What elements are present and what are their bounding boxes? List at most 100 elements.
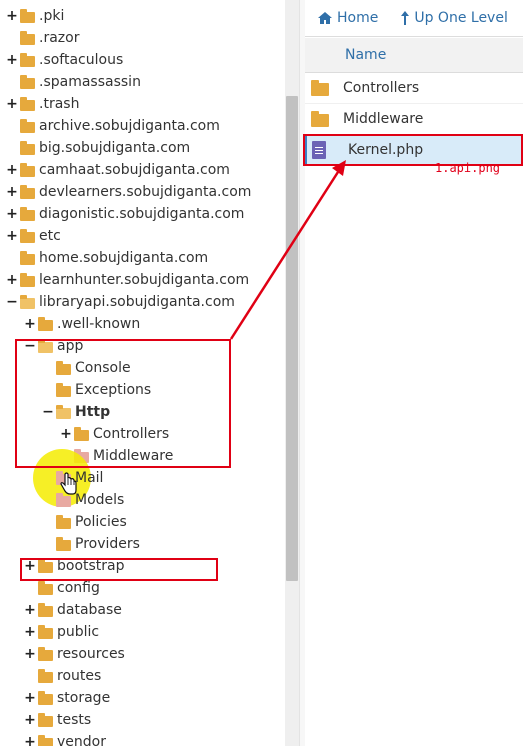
folder-icon bbox=[38, 624, 53, 639]
tree-item-label: .well-known bbox=[57, 316, 141, 332]
expand-toggle-icon[interactable]: + bbox=[6, 269, 18, 291]
tree-item-providers[interactable]: Providers bbox=[42, 533, 140, 555]
open-folder-icon bbox=[20, 294, 35, 309]
tree-item-label: learnhunter.sobujdiganta.com bbox=[39, 272, 250, 288]
tree-item-routes[interactable]: routes bbox=[24, 665, 101, 687]
folder-icon bbox=[20, 228, 35, 243]
tree-item-label: Policies bbox=[75, 514, 127, 530]
tree-item-label: libraryapi.sobujdiganta.com bbox=[39, 294, 235, 310]
tree-item-label: big.sobujdiganta.com bbox=[39, 140, 191, 156]
file-list-panel: Home Up One Level Name Controllers Middl… bbox=[305, 0, 523, 746]
file-toolbar: Home Up One Level bbox=[305, 0, 523, 37]
tree-item-label: vendor bbox=[57, 734, 106, 746]
folder-icon bbox=[20, 8, 35, 23]
folder-icon bbox=[38, 712, 53, 727]
tree-item-resources[interactable]: + resources bbox=[24, 643, 125, 665]
expand-toggle-icon[interactable]: + bbox=[24, 313, 36, 335]
tree-item-learnhunter[interactable]: + learnhunter.sobujdiganta.com bbox=[6, 269, 249, 291]
tree-item-tests[interactable]: + tests bbox=[24, 709, 91, 731]
expand-toggle-icon[interactable]: + bbox=[6, 159, 18, 181]
tree-item-camhaat[interactable]: + camhaat.sobujdiganta.com bbox=[6, 159, 230, 181]
expand-toggle-icon[interactable]: + bbox=[6, 181, 18, 203]
folder-icon bbox=[38, 646, 53, 661]
folder-icon bbox=[20, 96, 35, 111]
tree-item-label: Providers bbox=[75, 536, 140, 552]
tree-item-label: public bbox=[57, 624, 100, 640]
highlight-box-bootstrap bbox=[20, 558, 218, 581]
collapse-toggle-icon[interactable]: − bbox=[6, 291, 18, 313]
tree-item-models[interactable]: Models bbox=[42, 489, 124, 511]
folder-icon bbox=[38, 602, 53, 617]
folder-icon bbox=[56, 492, 71, 507]
name-column-label: Name bbox=[345, 47, 387, 63]
tree-item-diagonistic[interactable]: + diagonistic.sobujdiganta.com bbox=[6, 203, 244, 225]
expand-toggle-icon[interactable]: + bbox=[24, 599, 36, 621]
expand-toggle-icon[interactable]: + bbox=[6, 203, 18, 225]
tree-item-big[interactable]: big.sobujdiganta.com bbox=[6, 137, 190, 159]
tree-item-archive[interactable]: archive.sobujdiganta.com bbox=[6, 115, 220, 137]
tree-item-label: routes bbox=[57, 668, 102, 684]
file-row-controllers[interactable]: Controllers bbox=[305, 73, 523, 104]
folder-icon bbox=[20, 52, 35, 67]
folder-icon bbox=[20, 206, 35, 221]
expand-toggle-icon[interactable]: + bbox=[24, 621, 36, 643]
folder-icon bbox=[38, 690, 53, 705]
tree-scrollbar-thumb[interactable] bbox=[286, 96, 298, 581]
tree-item-well-known[interactable]: + .well-known bbox=[24, 313, 140, 335]
name-column-header[interactable]: Name bbox=[305, 38, 523, 73]
expand-toggle-icon[interactable]: + bbox=[6, 5, 18, 27]
tree-item-label: camhaat.sobujdiganta.com bbox=[39, 162, 230, 178]
tree-item-label: etc bbox=[39, 228, 61, 244]
folder-icon bbox=[311, 80, 329, 96]
tree-item-libraryapi[interactable]: − libraryapi.sobujdiganta.com bbox=[6, 291, 235, 313]
tree-item-label: storage bbox=[57, 690, 111, 706]
tree-item-label: .spamassassin bbox=[39, 74, 141, 90]
tree-item-vendor[interactable]: + vendor bbox=[24, 731, 106, 746]
tree-item-policies[interactable]: Policies bbox=[42, 511, 127, 533]
home-button-label: Home bbox=[337, 10, 379, 26]
folder-icon bbox=[20, 184, 35, 199]
tree-item-label: Models bbox=[75, 492, 125, 508]
tree-item-pki[interactable]: + .pki bbox=[6, 5, 64, 27]
tree-item-label: archive.sobujdiganta.com bbox=[39, 118, 220, 134]
file-name: Controllers bbox=[343, 80, 420, 96]
tree-item-trash[interactable]: + .trash bbox=[6, 93, 79, 115]
tree-item-home[interactable]: home.sobujdiganta.com bbox=[6, 247, 208, 269]
tree-item-razor[interactable]: .razor bbox=[6, 27, 79, 49]
expand-toggle-icon[interactable]: + bbox=[6, 225, 18, 247]
expand-toggle-icon[interactable]: + bbox=[6, 93, 18, 115]
tree-item-label: .razor bbox=[39, 30, 80, 46]
up-one-level-button[interactable]: Up One Level bbox=[400, 10, 508, 26]
folder-icon bbox=[20, 74, 35, 89]
hand-pointer-icon bbox=[60, 472, 77, 495]
folder-icon bbox=[56, 536, 71, 551]
expand-toggle-icon[interactable]: + bbox=[24, 687, 36, 709]
tree-item-label: database bbox=[57, 602, 122, 618]
tree-item-label: devlearners.sobujdiganta.com bbox=[39, 184, 252, 200]
tree-item-label: .softaculous bbox=[39, 52, 124, 68]
tree-item-label: tests bbox=[57, 712, 92, 728]
up-one-level-label: Up One Level bbox=[414, 10, 508, 26]
tree-item-devlearners[interactable]: + devlearners.sobujdiganta.com bbox=[6, 181, 251, 203]
highlight-box-app bbox=[15, 339, 231, 468]
file-name: Middleware bbox=[343, 111, 424, 127]
expand-toggle-icon[interactable]: + bbox=[24, 643, 36, 665]
folder-icon bbox=[38, 316, 53, 331]
tree-item-database[interactable]: + database bbox=[24, 599, 122, 621]
tree-item-label: home.sobujdiganta.com bbox=[39, 250, 209, 266]
highlight-box-kernel bbox=[303, 134, 523, 166]
tree-item-public[interactable]: + public bbox=[24, 621, 99, 643]
expand-toggle-icon[interactable]: + bbox=[24, 709, 36, 731]
tree-item-label: .trash bbox=[39, 96, 80, 112]
level-up-icon bbox=[401, 11, 410, 25]
expand-toggle-icon[interactable]: + bbox=[6, 49, 18, 71]
tree-item-storage[interactable]: + storage bbox=[24, 687, 110, 709]
tree-item-spamassassin[interactable]: .spamassassin bbox=[6, 71, 141, 93]
tree-item-softaculous[interactable]: + .softaculous bbox=[6, 49, 123, 71]
home-button[interactable]: Home bbox=[317, 10, 378, 26]
expand-toggle-icon[interactable]: + bbox=[24, 731, 36, 746]
file-row-middleware[interactable]: Middleware bbox=[305, 104, 523, 135]
home-icon bbox=[318, 12, 332, 24]
tree-item-etc[interactable]: + etc bbox=[6, 225, 61, 247]
folder-icon bbox=[20, 118, 35, 133]
